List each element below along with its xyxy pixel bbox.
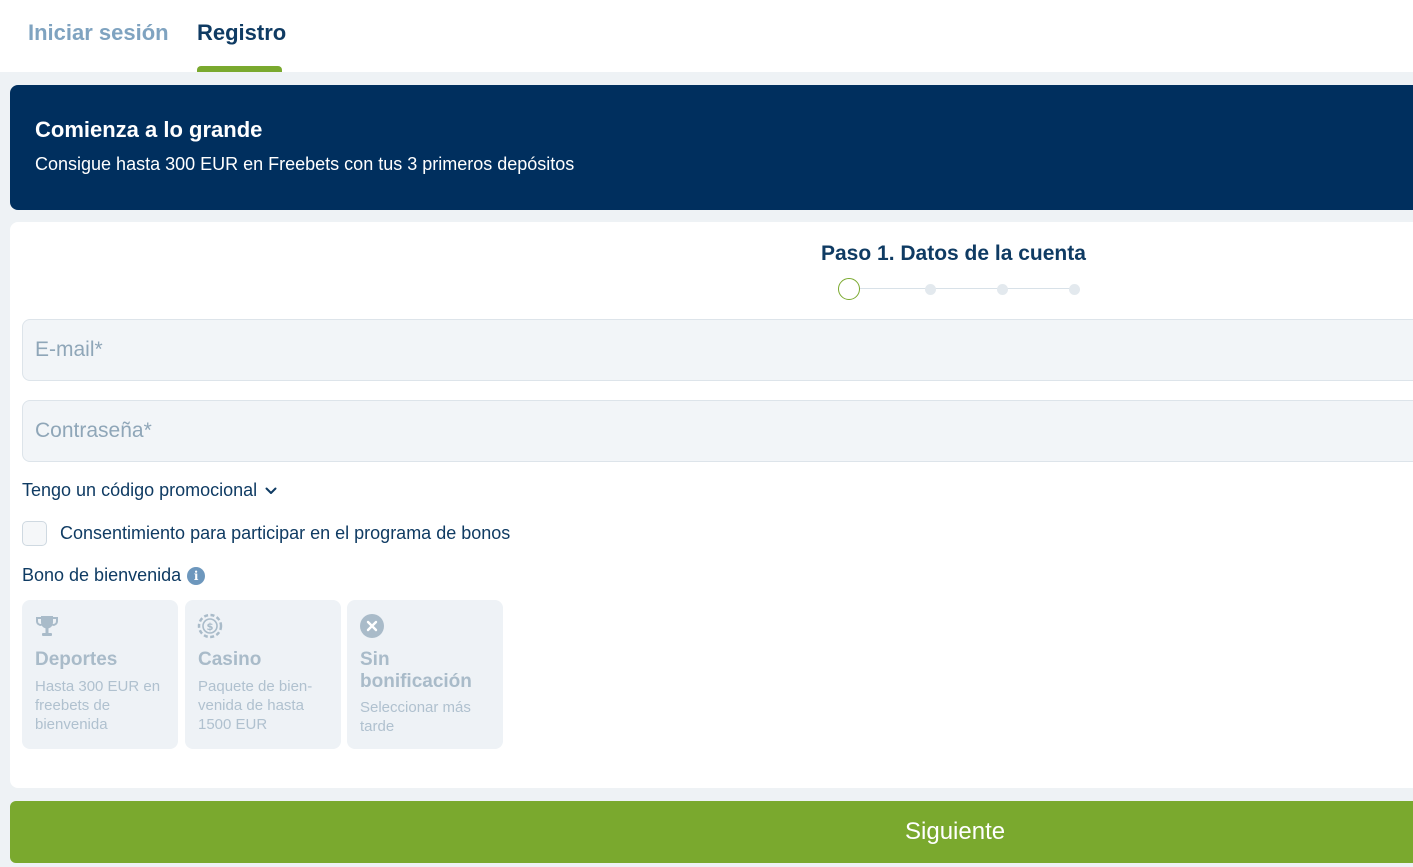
registration-form: Paso 1. Datos de la cuenta Tengo un códi… bbox=[10, 222, 1413, 788]
email-field-wrapper bbox=[22, 319, 1413, 381]
promo-code-label: Tengo un código promocional bbox=[22, 480, 258, 500]
banner-subtitle: Consigue hasta 300 EUR en Freebets con t… bbox=[35, 154, 575, 174]
bonus-option-description: Hasta 300 EUR en freebets de bienvenida bbox=[35, 678, 161, 733]
active-tab-indicator bbox=[197, 66, 282, 72]
bonus-option-title: Sin bonificación bbox=[360, 649, 472, 692]
consent-checkbox[interactable] bbox=[22, 521, 47, 546]
next-button-label: Siguiente bbox=[905, 818, 1006, 845]
chevron-down-icon bbox=[265, 487, 277, 494]
bonus-option-title: Deportes bbox=[35, 649, 118, 670]
consent-label: Consentimiento para participar en el pro… bbox=[60, 523, 511, 543]
auth-tabs: Iniciar sesión Registro bbox=[0, 0, 1413, 72]
step-3-indicator bbox=[997, 284, 1008, 295]
step-4-indicator bbox=[1069, 284, 1080, 295]
banner-title: Comienza a lo grande bbox=[35, 117, 263, 142]
email-field[interactable] bbox=[23, 320, 1413, 380]
password-field[interactable] bbox=[23, 401, 1413, 461]
bonus-option-description: Paquete de bien-venida de hasta 1500 EUR bbox=[198, 678, 313, 733]
tab-register[interactable]: Registro bbox=[197, 20, 286, 46]
tab-login[interactable]: Iniciar sesión bbox=[28, 20, 169, 46]
next-button[interactable]: Siguiente bbox=[10, 801, 1413, 863]
casino-chip-icon: $ bbox=[197, 613, 223, 639]
bonus-option-description: Seleccionar más tarde bbox=[360, 699, 471, 735]
trophy-icon bbox=[36, 616, 58, 636]
password-field-wrapper bbox=[22, 400, 1413, 462]
bonus-option-none[interactable]: Sin bonificación Seleccionar más tarde bbox=[347, 600, 503, 749]
step-2-indicator bbox=[925, 284, 936, 295]
promo-banner: Comienza a lo grande Consigue hasta 300 … bbox=[10, 85, 1413, 210]
step-1-indicator bbox=[838, 278, 860, 300]
step-connector bbox=[931, 288, 998, 289]
close-circle-icon bbox=[360, 614, 384, 638]
step-connector bbox=[1003, 288, 1070, 289]
welcome-bonus-heading: Bono de bienvenida i bbox=[22, 565, 206, 586]
bonus-option-sports[interactable]: Deportes Hasta 300 EUR en freebets de bi… bbox=[22, 600, 178, 749]
step-title: Paso 1. Datos de la cuenta bbox=[821, 242, 1086, 265]
promo-code-toggle[interactable]: Tengo un código promocional bbox=[22, 480, 277, 501]
welcome-bonus-label: Bono de bienvenida bbox=[22, 565, 182, 585]
bonus-option-casino[interactable]: $ Casino Paquete de bien-venida de hasta… bbox=[185, 600, 341, 749]
step-progress bbox=[838, 278, 1080, 300]
step-connector bbox=[860, 288, 926, 289]
info-icon[interactable]: i bbox=[187, 566, 206, 585]
bonus-option-title: Casino bbox=[198, 649, 262, 670]
bonus-consent: Consentimiento para participar en el pro… bbox=[22, 521, 510, 546]
svg-text:$: $ bbox=[207, 622, 214, 633]
